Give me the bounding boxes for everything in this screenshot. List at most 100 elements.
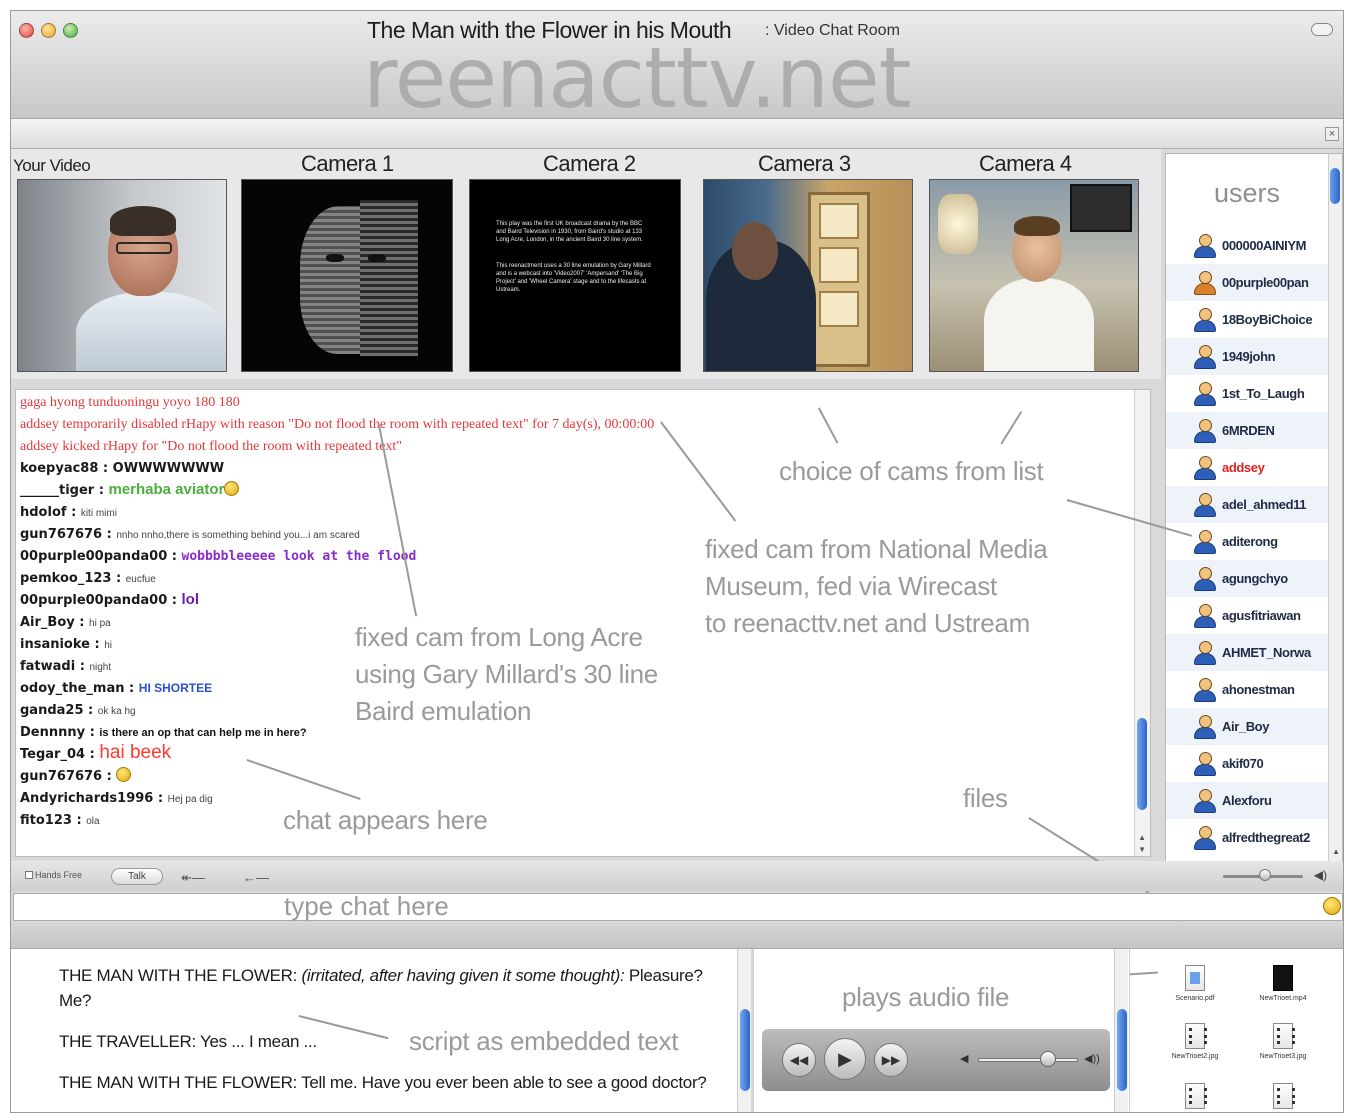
annotation-fixed-cam-nmm-2: Museum, fed via Wirecast: [705, 571, 997, 601]
video-chat-window: reenacttv.net The Man with the Flower in…: [10, 10, 1344, 1113]
chat-username[interactable]: pemkoo_123: [20, 571, 111, 586]
volume-slider-knob[interactable]: [1259, 869, 1271, 881]
user-list-item[interactable]: 00purple00pan: [1166, 264, 1328, 301]
camera-4-label: Camera 4: [979, 151, 1072, 176]
user-list-item[interactable]: aditerong: [1166, 523, 1328, 560]
script-speaker: THE MAN WITH THE FLOWER:: [59, 966, 298, 985]
file-item[interactable]: [1248, 1083, 1318, 1112]
window-minimize-button[interactable]: [41, 23, 56, 38]
users-scroll-thumb[interactable]: [1330, 168, 1340, 204]
file-item[interactable]: [1160, 1083, 1230, 1112]
chat-scrollbar[interactable]: ▲ ▼: [1134, 390, 1150, 856]
user-list-item[interactable]: AHMET_Norwa: [1166, 634, 1328, 671]
file-item[interactable]: Scenario.pdf: [1160, 965, 1230, 1002]
file-name: NewTrioet2.jpg: [1171, 1053, 1219, 1060]
smiley-icon: [224, 481, 240, 496]
chat-username[interactable]: fito123: [20, 813, 72, 828]
chat-username[interactable]: gun767676: [20, 769, 102, 784]
chat-username[interactable]: Dennnny: [20, 725, 85, 740]
file-item[interactable]: NewTrioet.mp4: [1248, 965, 1318, 1002]
files-panel: Scenario.pdf NewTrioet.mp4 NewTrioet2.jpg N…: [1129, 949, 1343, 1112]
chat-separator: :: [74, 615, 90, 630]
camera-1-feed[interactable]: [241, 179, 453, 372]
chat-message: hi: [104, 640, 113, 651]
user-list-item[interactable]: ahonestman: [1166, 671, 1328, 708]
user-list-item[interactable]: addsey: [1166, 449, 1328, 486]
scroll-up-arrow-icon[interactable]: ▲: [1138, 833, 1146, 842]
window-zoom-button[interactable]: [63, 23, 78, 38]
chat-input[interactable]: type chat here: [13, 893, 1343, 921]
chat-username[interactable]: 00purple00panda00: [20, 593, 167, 608]
audio-volume-knob[interactable]: [1040, 1051, 1056, 1067]
chat-separator: :: [124, 681, 139, 696]
chat-username[interactable]: insanioke: [20, 637, 90, 652]
user-list-item[interactable]: 1949john: [1166, 338, 1328, 375]
chat-separator: :: [83, 703, 98, 718]
chat-username[interactable]: ______tiger: [20, 483, 94, 498]
user-list-item[interactable]: akif070: [1166, 745, 1328, 782]
user-list-item[interactable]: adel_ahmed11: [1166, 486, 1328, 523]
user-icon: [1192, 566, 1218, 592]
audio-scroll-thumb[interactable]: [1117, 1009, 1127, 1091]
play-button[interactable]: ▶: [824, 1038, 866, 1080]
talk-button[interactable]: Talk: [111, 868, 163, 885]
emoji-button[interactable]: [1323, 897, 1341, 915]
chat-username[interactable]: hdolof: [20, 505, 67, 520]
chat-system-message: addsey temporarily disabled rHapy with r…: [20, 417, 655, 432]
user-list-item[interactable]: agungchyo: [1166, 560, 1328, 597]
chat-username[interactable]: ganda25: [20, 703, 84, 718]
camera-2-caption-2: This reenactment uses a 30 line emulatio…: [496, 263, 651, 293]
user-list-item[interactable]: 000000AINIYM: [1166, 227, 1328, 264]
hands-free-checkbox[interactable]: Hands Free: [25, 870, 82, 880]
chat-username[interactable]: Andyrichards1996: [20, 791, 153, 806]
user-list-item[interactable]: 18BoyBiChoice: [1166, 301, 1328, 338]
fast-forward-button[interactable]: ▶▶: [874, 1043, 908, 1077]
script-scrollbar[interactable]: [737, 949, 751, 1112]
camera-4-feed[interactable]: [929, 179, 1139, 372]
chat-message: ola: [86, 816, 100, 827]
chat-scroll-thumb[interactable]: [1137, 718, 1147, 810]
chat-username[interactable]: odoy_the_man: [20, 681, 125, 696]
chat-separator: :: [75, 659, 90, 674]
speaker-icon[interactable]: ◀): [1314, 868, 1327, 882]
camera-3-feed[interactable]: [703, 179, 913, 372]
user-list-item[interactable]: 6MRDEN: [1166, 412, 1328, 449]
user-icon: [1192, 233, 1218, 259]
chat-username[interactable]: gun767676: [20, 527, 102, 542]
users-list: 000000AINIYM 00purple00pan 18BoyBiChoice 19…: [1166, 227, 1328, 856]
chat-username[interactable]: 00purple00panda00: [20, 549, 167, 564]
file-item[interactable]: NewTrioet3.jpg: [1248, 1023, 1318, 1060]
chat-username[interactable]: Air_Boy: [20, 615, 75, 630]
camera-2-feed[interactable]: This play was the first UK broadcast dra…: [469, 179, 681, 372]
chat-system-message: addsey kicked rHapy for "Do not flood th…: [20, 439, 402, 454]
file-icon: [1185, 965, 1205, 991]
arrow-left-icon[interactable]: ↞—: [181, 870, 205, 886]
scroll-down-arrow-icon[interactable]: ▼: [1138, 845, 1146, 854]
chat-username[interactable]: koepyac88: [20, 461, 98, 476]
chat-line: hdolof : kiti mimi: [20, 500, 1130, 522]
arrow-left-icon[interactable]: ←—: [243, 870, 269, 885]
user-list-item[interactable]: Air_Boy: [1166, 708, 1328, 745]
chat-username[interactable]: fatwadi: [20, 659, 75, 674]
user-list-item[interactable]: 1st_To_Laugh: [1166, 375, 1328, 412]
user-list-item[interactable]: alfredthegreat2: [1166, 819, 1328, 856]
toolbar-toggle-button[interactable]: [1311, 23, 1333, 36]
file-item[interactable]: NewTrioet2.jpg: [1160, 1023, 1230, 1060]
scroll-up-arrow-icon[interactable]: ▲: [1332, 847, 1340, 856]
your-video-feed[interactable]: [17, 179, 227, 372]
audio-volume-slider[interactable]: [978, 1058, 1078, 1062]
chat-username[interactable]: Tegar_04: [20, 747, 85, 762]
user-list-item[interactable]: Alexforu: [1166, 782, 1328, 819]
rewind-button[interactable]: ◀◀: [782, 1043, 816, 1077]
annotation-fixed-cam-long-acre-3: Baird emulation: [355, 696, 532, 726]
script-scroll-thumb[interactable]: [740, 1009, 750, 1091]
audio-scrollbar[interactable]: [1114, 949, 1128, 1112]
window-close-button[interactable]: [19, 23, 34, 38]
user-list-item[interactable]: agusfitriawan: [1166, 597, 1328, 634]
close-icon[interactable]: ×: [1325, 127, 1339, 141]
annotation-chat-appears-here: chat appears here: [283, 805, 488, 835]
chat-message: lol: [181, 591, 200, 608]
users-scrollbar[interactable]: ▲ ▼: [1328, 154, 1342, 870]
user-icon: [1192, 270, 1218, 296]
annotation-fixed-cam-nmm-3: to reenacttv.net and Ustream: [705, 608, 1030, 638]
